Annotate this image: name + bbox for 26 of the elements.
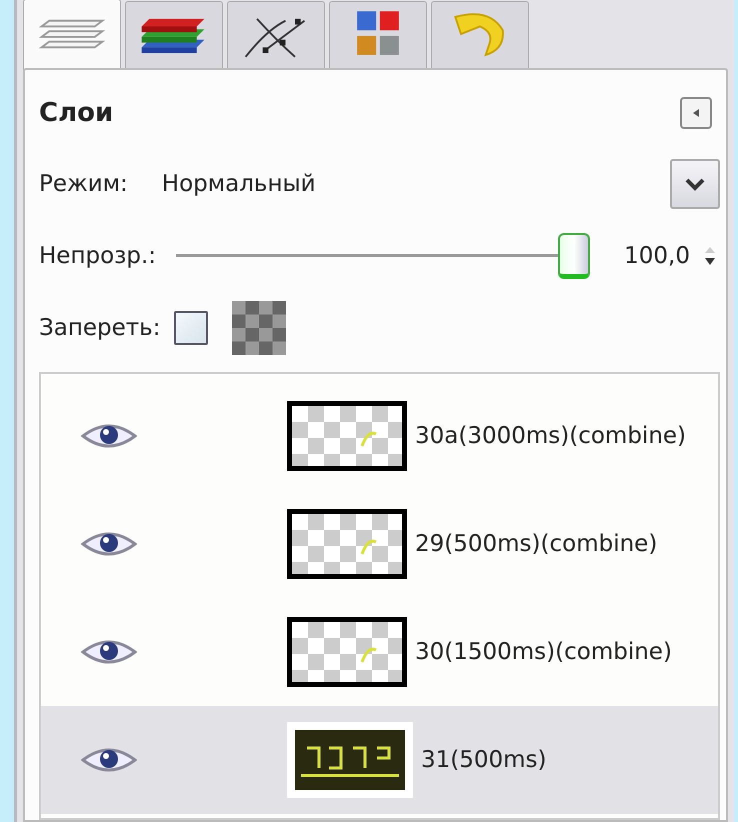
checkerboard-icon[interactable] [232, 301, 286, 355]
layer-row[interactable]: 30a(3000ms)(combine) [41, 382, 718, 490]
layer-row[interactable]: 30(1500ms)(combine) [41, 598, 718, 706]
panel-menu-button[interactable] [680, 97, 712, 129]
opacity-value: 100,0 [624, 243, 690, 269]
layer-row[interactable]: 31(500ms) [41, 706, 718, 814]
triangle-left-icon [691, 108, 701, 118]
eye-icon[interactable] [81, 422, 137, 450]
eye-icon[interactable] [81, 530, 137, 558]
lock-label: Запереть: [39, 315, 160, 341]
chevron-icon [670, 159, 720, 209]
layer-name: 29(500ms)(combine) [415, 531, 658, 557]
panel-title: Слои [39, 98, 114, 128]
eye-icon[interactable] [81, 746, 137, 774]
slider-handle[interactable] [558, 233, 590, 279]
eye-icon[interactable] [81, 638, 137, 666]
lock-checkbox[interactable] [174, 311, 208, 345]
layer-name: 31(500ms) [421, 747, 547, 773]
panel-tab[interactable] [227, 1, 325, 68]
layer-row[interactable]: 29(500ms)(combine) [41, 490, 718, 598]
panel-tab[interactable] [125, 1, 223, 68]
layer-name: 30a(3000ms)(combine) [415, 423, 686, 449]
mode-label: Режим: [39, 171, 128, 197]
mode-dropdown[interactable]: Нормальный [162, 157, 720, 211]
opacity-label: Непрозр.: [39, 243, 156, 269]
layer-name: 30(1500ms)(combine) [415, 639, 672, 665]
